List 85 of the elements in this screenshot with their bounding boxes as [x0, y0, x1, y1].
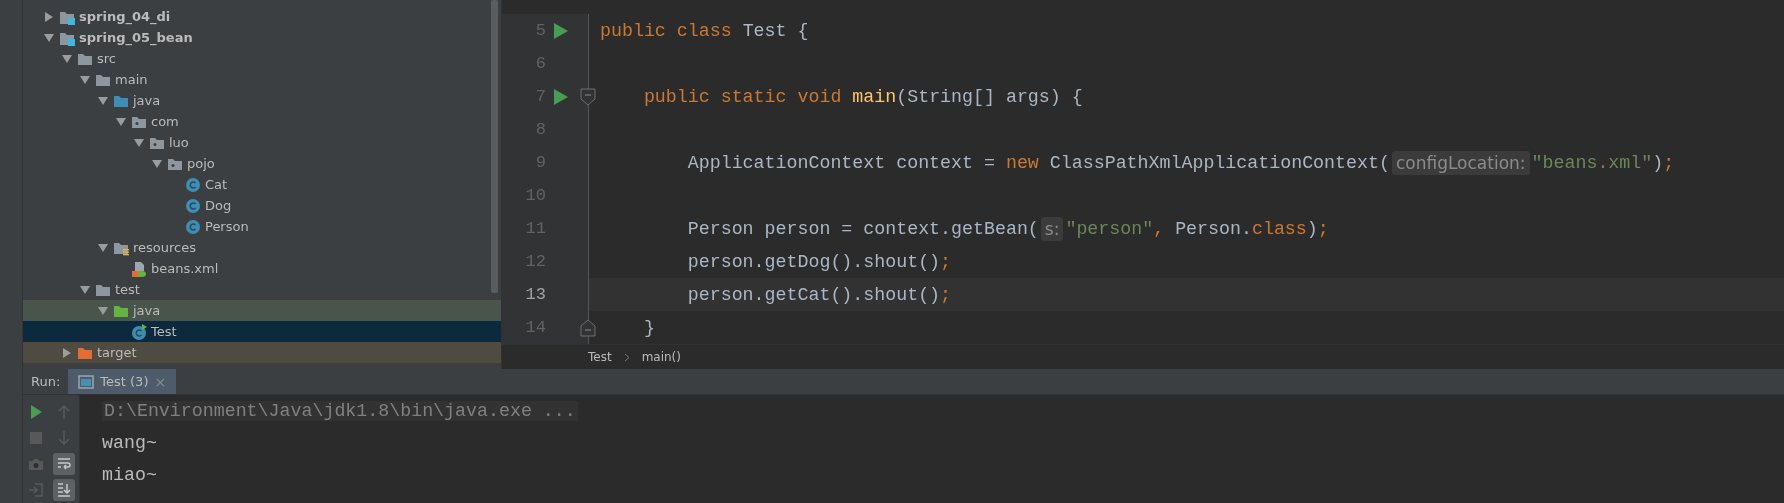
tree-item[interactable]: Test	[115, 321, 177, 342]
console-icon	[78, 374, 95, 389]
tree-item[interactable]: luo	[133, 132, 189, 153]
code-token: person.getCat().shout()	[686, 284, 941, 305]
chevron-icon	[623, 352, 630, 362]
code-token: ;	[1317, 218, 1329, 239]
expand-arrow-icon[interactable]	[97, 241, 109, 254]
code-token: Person.	[1175, 218, 1252, 239]
breadcrumb[interactable]: main()	[641, 350, 681, 364]
breadcrumb[interactable]: Test	[588, 350, 612, 364]
tree-item[interactable]: main	[79, 69, 148, 90]
expand-arrow-icon[interactable]	[133, 136, 145, 149]
expand-arrow-icon[interactable]	[97, 304, 109, 317]
soft-wrap-icon	[56, 456, 72, 472]
tree-item[interactable]: resources	[97, 237, 196, 258]
exit-icon	[28, 482, 44, 498]
run-icon[interactable]	[554, 22, 568, 39]
class-icon	[131, 323, 147, 340]
class-icon	[185, 197, 201, 214]
console-output: miao~	[102, 465, 157, 485]
parameter-hint: configLocation:	[1391, 150, 1530, 175]
code-token: public static void	[642, 86, 843, 107]
xml-file-icon	[131, 260, 147, 277]
code-token: Test {	[742, 20, 809, 41]
class-icon	[185, 176, 201, 193]
tree-item[interactable]: target	[61, 342, 137, 363]
console-output: wang~	[102, 433, 157, 453]
line-number: 13	[524, 285, 546, 304]
up-arrow-icon	[56, 404, 72, 420]
expand-arrow-icon[interactable]	[43, 10, 55, 23]
stop-icon	[28, 430, 44, 446]
code-token: class	[1251, 218, 1307, 239]
fold-icon[interactable]	[580, 87, 596, 106]
scroll-to-end-icon	[56, 482, 72, 498]
tree-item[interactable]: spring_04_di	[43, 6, 171, 27]
run-icon[interactable]	[554, 88, 568, 105]
tree-item[interactable]: java	[97, 90, 161, 111]
code-token: ;	[940, 251, 952, 272]
code-token: (String[] args) {	[896, 86, 1083, 107]
run-tab[interactable]: Test (3) ×	[68, 369, 177, 394]
tree-item[interactable]: Person	[169, 216, 249, 237]
code-token: "person"	[1065, 218, 1154, 239]
run-icon	[28, 404, 44, 420]
code-token: ;	[1663, 152, 1675, 173]
code-token: Person person = context.getBean(	[686, 218, 1039, 239]
code-token: }	[642, 317, 655, 338]
code-token: new	[1005, 152, 1040, 173]
tree-item[interactable]: spring_05_bean	[43, 27, 193, 48]
toolbar-button[interactable]	[53, 479, 75, 501]
expand-arrow-icon[interactable]	[61, 346, 73, 359]
expand-arrow-icon[interactable]	[79, 283, 91, 296]
expand-arrow-icon[interactable]	[115, 115, 127, 128]
code-token: public class	[600, 20, 733, 41]
expand-arrow-icon[interactable]	[61, 52, 73, 65]
down-arrow-icon	[56, 430, 72, 446]
tree-item[interactable]: java	[97, 300, 161, 321]
panel-label: Run:	[30, 373, 62, 391]
code-token: ApplicationContext context =	[686, 152, 996, 173]
parameter-hint: s:	[1040, 216, 1064, 241]
fold-icon[interactable]	[580, 318, 596, 337]
tree-item[interactable]: Dog	[169, 195, 232, 216]
tree-item[interactable]: pojo	[151, 153, 215, 174]
tree-item[interactable]: test	[79, 279, 140, 300]
console-command: D:\Environment\Java\jdk1.8\bin\java.exe ...	[102, 401, 578, 421]
code-token: ,	[1153, 218, 1166, 239]
code-token: )	[1306, 218, 1318, 239]
expand-arrow-icon[interactable]	[79, 73, 91, 86]
code-token: )	[1652, 152, 1664, 173]
toolbar-button[interactable]	[53, 453, 75, 475]
tree-item[interactable]: com	[115, 111, 179, 132]
code-token: main	[852, 86, 897, 107]
code-token: "beans.xml"	[1531, 152, 1653, 173]
code-token: person.getDog().shout()	[686, 251, 941, 272]
expand-arrow-icon[interactable]	[43, 31, 55, 44]
expand-arrow-icon[interactable]	[151, 157, 163, 170]
tree-item[interactable]: src	[61, 48, 116, 69]
scrollbar[interactable]	[491, 0, 498, 293]
code-token: ClassPathXmlApplicationContext(	[1049, 152, 1390, 173]
code-token: ;	[940, 284, 952, 305]
tree-item[interactable]: Cat	[169, 174, 228, 195]
expand-arrow-icon[interactable]	[97, 94, 109, 107]
class-icon	[185, 218, 201, 235]
camera-icon	[28, 456, 44, 472]
tab-title: Test (3)	[100, 374, 149, 389]
tree-item[interactable]: beans.xml	[115, 258, 219, 279]
